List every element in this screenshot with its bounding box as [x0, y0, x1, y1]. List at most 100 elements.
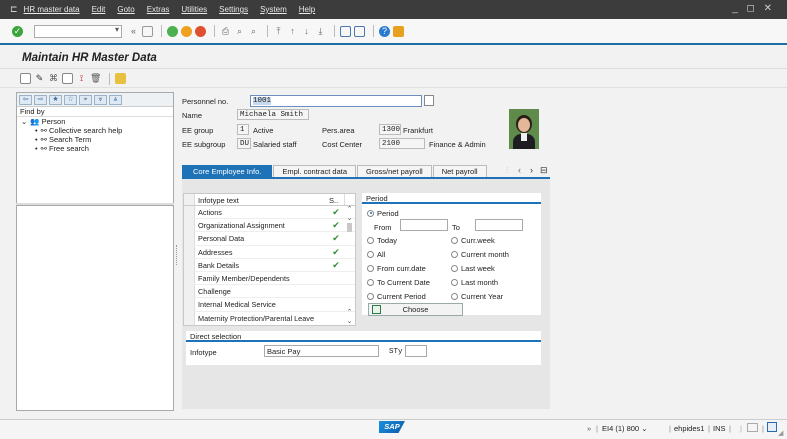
delete-icon[interactable]: 🗑 — [90, 73, 101, 84]
exit-icon[interactable] — [181, 25, 192, 37]
back-icon[interactable] — [167, 25, 178, 37]
menu-settings[interactable]: Settings — [219, 5, 248, 14]
radio-current-month[interactable]: Current month — [451, 247, 509, 261]
infotype-input[interactable]: Basic Pay — [264, 345, 379, 357]
radio-last-month[interactable]: Last month — [451, 275, 498, 289]
choose-button[interactable]: Choose — [368, 303, 463, 316]
find-icon[interactable]: ⌕ — [234, 26, 245, 37]
lock-icon[interactable] — [767, 422, 777, 432]
personnel-no-input[interactable]: 1001 — [250, 95, 422, 107]
select-all-cell[interactable] — [184, 194, 195, 205]
nav-back-icon[interactable]: ⇦ — [19, 94, 32, 105]
vertical-splitter[interactable] — [176, 245, 178, 265]
nav-collapse-icon[interactable]: ⩓ — [109, 94, 122, 105]
system-info[interactable]: EI4 (1) 800 ⌄ — [602, 424, 647, 433]
row-selector[interactable] — [184, 298, 195, 311]
nav-favorites-icon[interactable]: ★ — [49, 94, 62, 105]
resize-grip-icon[interactable]: ◢ — [778, 429, 783, 437]
table-row[interactable]: Organizational Assignment ✔ — [184, 219, 355, 233]
status-expand-icon[interactable]: » — [587, 424, 591, 433]
row-selector[interactable] — [184, 285, 195, 298]
table-row[interactable]: Internal Medical Service — [184, 298, 355, 312]
to-date-input[interactable] — [475, 219, 523, 231]
command-field[interactable] — [34, 24, 122, 38]
tab-scroll-right-icon[interactable]: › — [530, 165, 533, 175]
nav-add-favorite-icon[interactable]: ☆ — [64, 94, 77, 105]
tree-node-collective-search[interactable]: • ⚯ Collective search help — [17, 126, 173, 135]
radio-all[interactable]: All — [367, 247, 385, 261]
nav-history-icon[interactable]: ⌖ — [79, 94, 92, 105]
row-selector[interactable] — [184, 271, 195, 285]
row-selector[interactable] — [184, 245, 195, 258]
enter-icon[interactable]: ✓ — [12, 25, 23, 37]
menu-extras[interactable]: Extras — [147, 5, 170, 14]
sty-input[interactable] — [405, 345, 427, 357]
tab-empl-contract-data[interactable]: Empl. contract data — [273, 165, 356, 177]
table-row[interactable]: Addresses ✔ — [184, 245, 355, 259]
cancel-icon[interactable] — [195, 25, 206, 37]
radio-today[interactable]: Today — [367, 233, 397, 247]
table-scrollbar[interactable]: ⌃ ⌄ ⌃ ⌄ — [344, 205, 355, 325]
table-row[interactable]: Family Member/Dependents — [184, 271, 355, 286]
radio-period[interactable]: Period — [367, 206, 399, 220]
nav-expand-icon[interactable]: ⩔ — [94, 94, 107, 105]
create-icon[interactable] — [20, 73, 31, 84]
row-selector[interactable] — [184, 311, 195, 325]
menu-help[interactable]: Help — [299, 5, 315, 14]
table-row[interactable]: Actions ✔ — [184, 206, 355, 220]
tab-core-employee-info[interactable]: Core Employee Info. — [182, 165, 273, 177]
customize-layout-icon[interactable] — [393, 25, 404, 37]
delimit-icon[interactable]: ⟟ — [76, 73, 87, 84]
copy-icon[interactable] — [62, 73, 73, 84]
help-icon[interactable]: ? — [379, 25, 390, 37]
tab-gross-net-payroll[interactable]: Gross/net payroll — [357, 165, 432, 177]
radio-last-week[interactable]: Last week — [451, 261, 495, 275]
scroll-page-down-icon[interactable]: ⌄ — [344, 214, 355, 223]
menu-system[interactable]: System — [260, 5, 287, 14]
table-row[interactable]: Bank Details ✔ — [184, 258, 355, 272]
collapse-icon[interactable]: « — [128, 26, 139, 37]
tree-node-person[interactable]: ⌄ 👥 Person — [17, 117, 173, 126]
tab-list-icon[interactable]: ⊟ — [540, 165, 548, 176]
previous-page-icon[interactable]: ↑ — [287, 26, 298, 37]
row-selector[interactable] — [184, 219, 195, 232]
overview-icon[interactable] — [115, 73, 126, 84]
row-selector[interactable] — [184, 258, 195, 271]
insert-mode[interactable]: INS — [713, 424, 726, 433]
radio-to-current-date[interactable]: To Current Date — [367, 275, 430, 289]
system-menu-icon[interactable]: ⊏ — [10, 4, 18, 15]
col-infotype-text[interactable]: Infotype text — [195, 194, 329, 205]
radio-current-period[interactable]: Current Period — [367, 289, 426, 303]
radio-curr-week[interactable]: Curr.week — [451, 233, 495, 247]
last-page-icon[interactable]: ⤓ — [315, 26, 326, 37]
next-page-icon[interactable]: ↓ — [301, 26, 312, 37]
tab-net-payroll[interactable]: Net payroll — [432, 165, 487, 177]
f4-help-icon[interactable] — [424, 95, 434, 106]
row-selector[interactable] — [184, 206, 195, 219]
scroll-thumb[interactable] — [347, 223, 352, 232]
scroll-up-icon[interactable]: ⌃ — [344, 205, 355, 214]
radio-from-curr-date[interactable]: From curr.date — [367, 261, 426, 275]
display-icon[interactable]: ⌘ — [48, 73, 59, 84]
scroll-page-up-icon[interactable]: ⌃ — [344, 308, 355, 316]
new-session-icon[interactable] — [340, 25, 351, 37]
message-icon[interactable] — [747, 423, 758, 432]
nav-forward-icon[interactable]: ⇨ — [34, 94, 47, 105]
change-icon[interactable]: ✎ — [34, 73, 45, 84]
find-next-icon[interactable]: ⌕ — [248, 26, 259, 37]
window-controls[interactable]: _ ◻ ✕ — [732, 3, 775, 14]
print-icon[interactable]: ⎙ — [220, 26, 231, 37]
scroll-down-icon[interactable]: ⌄ — [344, 317, 355, 325]
first-page-icon[interactable]: ⤒ — [273, 26, 284, 37]
shortcut-icon[interactable] — [354, 25, 365, 37]
save-icon[interactable] — [142, 25, 153, 37]
radio-current-year[interactable]: Current Year — [451, 289, 503, 303]
menu-goto[interactable]: Goto — [117, 5, 134, 14]
tab-scroll-left-icon[interactable]: ‹ — [518, 165, 521, 175]
table-row[interactable]: Maternity Protection/Parental Leave — [184, 311, 355, 325]
from-date-input[interactable] — [400, 219, 448, 231]
table-settings-icon[interactable] — [344, 194, 355, 205]
tree-node-search-term[interactable]: • ⚯ Search Term — [17, 135, 173, 144]
table-row[interactable]: Challenge — [184, 285, 355, 299]
menu-edit[interactable]: Edit — [92, 5, 106, 14]
